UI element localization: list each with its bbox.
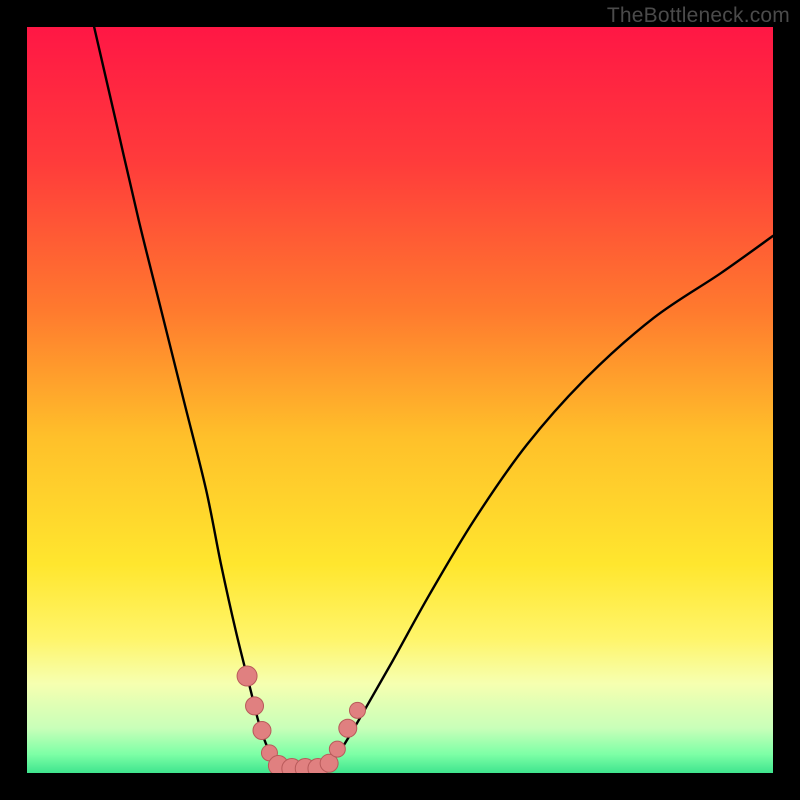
marker-dot	[329, 741, 345, 757]
bottleneck-chart	[27, 27, 773, 773]
watermark-text: TheBottleneck.com	[607, 4, 790, 28]
marker-dot	[339, 719, 357, 737]
marker-dot	[237, 666, 257, 686]
marker-dot	[253, 721, 271, 739]
chart-frame: TheBottleneck.com	[0, 0, 800, 800]
gradient-background	[27, 27, 773, 773]
marker-dot	[246, 697, 264, 715]
marker-dot	[349, 702, 365, 718]
